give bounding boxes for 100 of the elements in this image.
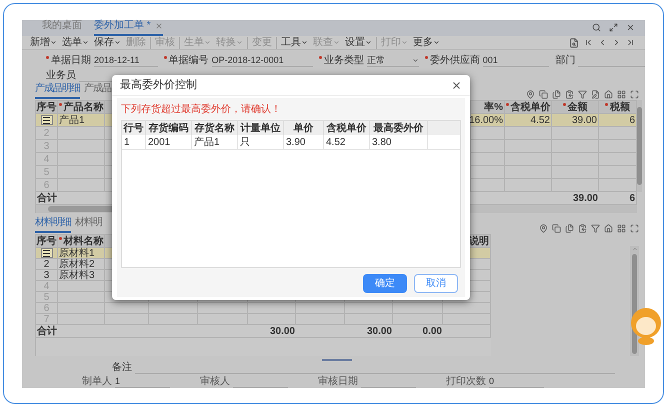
caret-icon (50, 39, 57, 46)
table-cell: 16.00% (471, 114, 505, 127)
column-header: 单价 (284, 121, 324, 135)
next-icon[interactable] (612, 38, 621, 48)
document-icon[interactable] (569, 38, 579, 48)
clipboard-icon[interactable] (578, 224, 587, 233)
table-cell (58, 303, 105, 314)
field-label: 制单人 (82, 376, 112, 388)
last-icon[interactable] (626, 38, 635, 48)
field-label: 部门 (555, 55, 576, 67)
table-cell (296, 303, 345, 314)
table-cell (198, 303, 248, 314)
table-cell: 产品1 (192, 135, 238, 149)
field-label: 业务类型 (319, 55, 364, 67)
caret-icon (204, 39, 211, 46)
grid-icon[interactable] (617, 224, 626, 233)
grid-icon[interactable] (617, 90, 626, 99)
copy-icon[interactable] (552, 224, 561, 233)
dialog-title: 最高委外价控制 (120, 78, 197, 93)
current-row-icon (40, 115, 52, 125)
clipboard-icon[interactable] (565, 90, 574, 99)
caret-icon (333, 39, 340, 46)
confirm-button[interactable]: 确定 (363, 274, 407, 293)
caret-icon (236, 39, 243, 46)
field-label: 备注 (112, 362, 132, 374)
column-header: 存货编码 (146, 121, 192, 135)
maximize-icon[interactable] (609, 23, 618, 32)
mascot-icon (628, 305, 664, 345)
cancel-button[interactable]: 取消 (414, 274, 458, 293)
column-header: 存货名称 (192, 121, 238, 135)
field-label: 审核日期 (318, 376, 358, 388)
field-label: 单据编号 (164, 55, 209, 67)
table-cell (149, 303, 198, 314)
window-tab[interactable]: 我的桌面 (42, 20, 82, 36)
pin-icon[interactable] (526, 90, 535, 99)
caret-icon (301, 39, 308, 46)
table-cell: 原材料2 (58, 259, 105, 270)
section-tab[interactable]: 产成品 (84, 83, 111, 99)
select-field[interactable]: 正常 (367, 55, 419, 67)
toolbar-button[interactable]: 选单 (62, 36, 89, 49)
pin-icon[interactable] (539, 224, 548, 233)
caret-icon (401, 39, 408, 46)
total-label: 合计 (36, 325, 198, 338)
table-cell (393, 303, 443, 314)
fullscreen-icon[interactable] (630, 90, 639, 99)
search-icon[interactable] (592, 23, 601, 32)
toolbar-button[interactable]: 工具 (281, 36, 308, 49)
house-icon[interactable] (604, 224, 613, 233)
filter-icon[interactable] (578, 90, 587, 99)
column-header: 计量单位 (238, 121, 284, 135)
input-field[interactable]: 2018-12-11 (94, 55, 158, 67)
warning-message: 下列存货超过最高委外价，请确认！ (121, 104, 282, 116)
field-label: 审核人 (200, 376, 230, 388)
column-header: 最高委外价 (370, 121, 428, 135)
table-cell (58, 292, 105, 303)
table-cell: 4.52 (505, 114, 552, 127)
first-icon[interactable] (584, 38, 593, 48)
column-header: 含税单价 (324, 121, 370, 135)
table-cell (105, 303, 149, 314)
close-icon[interactable] (626, 23, 635, 32)
row-number: 3 (36, 270, 58, 281)
toolbar-button[interactable]: 设置 (345, 36, 372, 49)
input-field[interactable]: 001 (482, 55, 550, 67)
input-field[interactable]: 1 (115, 376, 170, 388)
column-header: 行号 (122, 121, 146, 135)
table-cell (552, 127, 599, 140)
stack-icon[interactable] (565, 224, 574, 233)
copy-icon[interactable] (539, 90, 548, 99)
total-cell: 30.00 (248, 325, 296, 338)
input-field[interactable]: OP-2018-12-0001 (212, 55, 314, 67)
close-icon[interactable] (451, 80, 462, 90)
previous-icon[interactable] (598, 38, 607, 48)
house-icon[interactable] (604, 90, 613, 99)
caret-icon (365, 39, 372, 46)
fullscreen-icon[interactable] (630, 224, 639, 233)
table-cell (505, 127, 552, 140)
input-field[interactable]: 0 (489, 376, 544, 388)
table-cell: 1 (122, 135, 146, 149)
section-tab[interactable]: 材料明 (75, 217, 102, 233)
toolbar-button[interactable]: 保存 (94, 36, 121, 49)
table-cell: 39.00 (552, 114, 599, 127)
splitter-handle[interactable] (322, 359, 352, 361)
toolbar-button[interactable]: 更多 (413, 36, 440, 49)
table-cell: 4.52 (324, 135, 370, 149)
field-label: 单据日期 (46, 55, 91, 67)
total-cell: 30.00 (345, 325, 393, 338)
stack-icon[interactable] (552, 90, 561, 99)
row-number: 2 (36, 259, 58, 270)
caret-icon (433, 39, 440, 46)
filter-icon[interactable] (591, 224, 600, 233)
table-cell: 2001 (146, 135, 192, 149)
toolbar-button[interactable]: 新增 (30, 36, 57, 49)
current-row-icon (40, 248, 52, 258)
vertical-scrollbar[interactable] (637, 100, 642, 192)
table-cell: 产品1 (58, 114, 105, 127)
field-label: 打印次数 (446, 376, 486, 388)
field-label: 委外供应商 (424, 55, 480, 67)
table-cell: 3.90 (284, 135, 324, 149)
table-cell: 只 (238, 135, 284, 149)
edit-icon[interactable] (591, 90, 600, 99)
